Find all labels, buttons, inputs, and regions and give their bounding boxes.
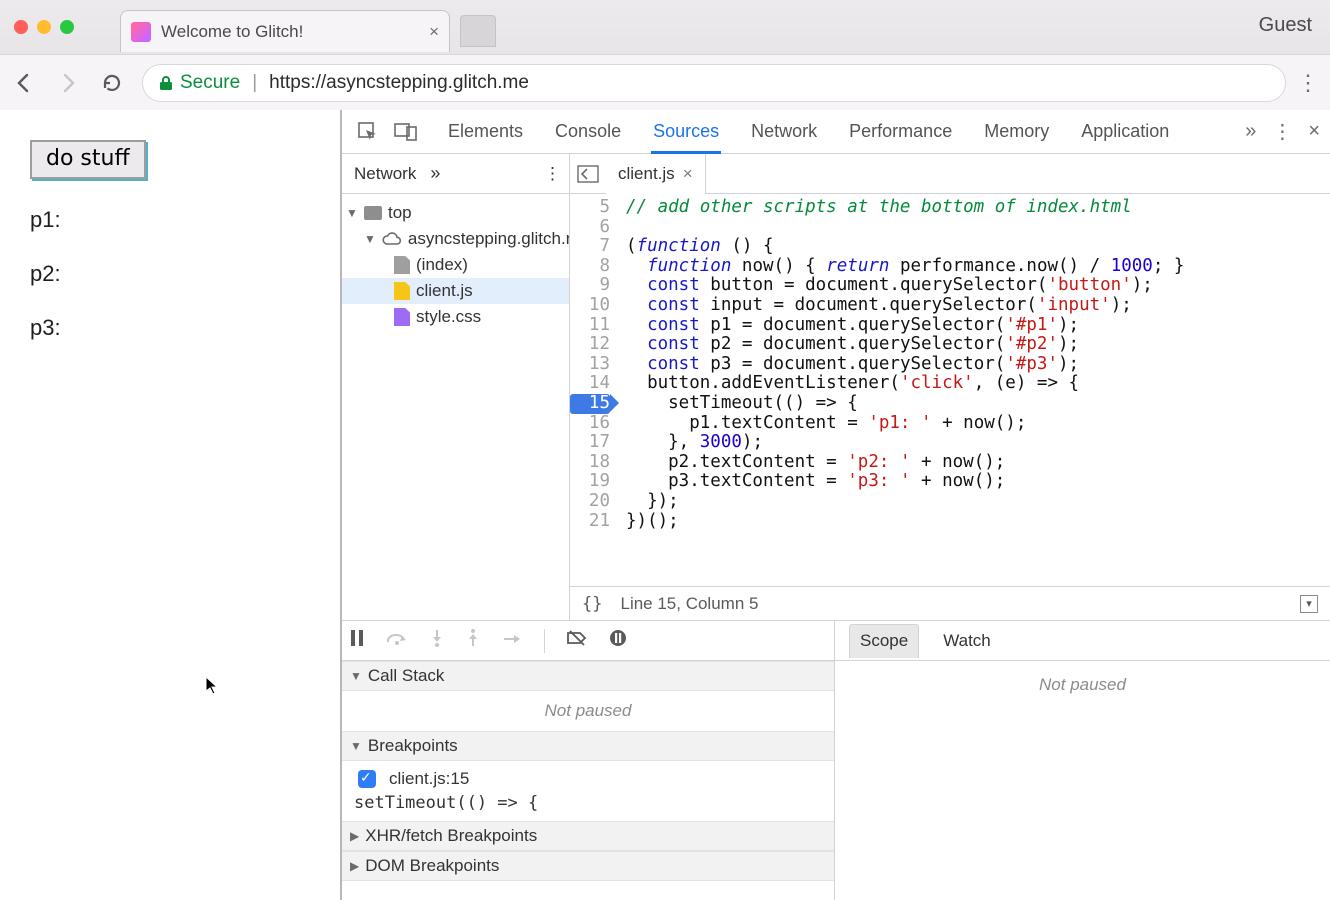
- browser-chrome: Welcome to Glitch! × Guest Secure | http…: [0, 0, 1330, 110]
- callstack-header[interactable]: ▼Call Stack: [342, 661, 834, 691]
- reload-button[interactable]: [92, 63, 132, 103]
- debugger-controls: [342, 621, 834, 661]
- editor-tab-clientjs[interactable]: client.js ×: [606, 154, 706, 194]
- url-separator: |: [252, 72, 257, 94]
- url-text: https://asyncstepping.glitch.me: [269, 72, 529, 94]
- breakpoint-checkbox[interactable]: [358, 770, 376, 788]
- code-editor: client.js × 5678910111213141516171819202…: [570, 154, 1330, 620]
- dom-breakpoints-header[interactable]: ▶DOM Breakpoints: [342, 851, 834, 881]
- navigator-header: Network » ⋮: [342, 154, 569, 194]
- navigator-menu-icon[interactable]: ⋮: [544, 164, 561, 184]
- breakpoints-header[interactable]: ▼Breakpoints: [342, 731, 834, 761]
- forward-button: [48, 63, 88, 103]
- scope-tab[interactable]: Scope: [849, 624, 919, 658]
- line-gutter[interactable]: 56789101112131415161718192021: [570, 194, 616, 586]
- address-bar[interactable]: Secure | https://asyncstepping.glitch.me: [142, 64, 1286, 102]
- file-icon: [394, 282, 410, 300]
- close-window-icon[interactable]: [14, 20, 28, 34]
- deactivate-breakpoints-icon[interactable]: [567, 630, 587, 651]
- file-tree: ▼top ▼asyncstepping.glitch.me (index)cli…: [342, 194, 569, 336]
- tree-root[interactable]: ▼top: [342, 200, 569, 226]
- editor-status-bar: {} Line 15, Column 5 ▾: [570, 586, 1330, 620]
- tab-title: Welcome to Glitch!: [161, 22, 419, 42]
- devtools-panel: Elements Console Sources Network Performance…: [342, 110, 1330, 900]
- breakpoint-label: client.js:15: [389, 769, 469, 789]
- favicon-icon: [131, 22, 151, 42]
- profile-label[interactable]: Guest: [1259, 14, 1312, 37]
- secure-label: Secure: [180, 72, 240, 94]
- sources-panel: Network » ⋮ ▼top ▼asyncstepping.glitch.m…: [342, 154, 1330, 900]
- xhr-breakpoints-header[interactable]: ▶XHR/fetch Breakpoints: [342, 821, 834, 851]
- scope-watch-tabs: Scope Watch: [835, 621, 1330, 661]
- folder-icon: [364, 206, 382, 220]
- sources-navigator: Network » ⋮ ▼top ▼asyncstepping.glitch.m…: [342, 154, 570, 620]
- callstack-not-paused: Not paused: [342, 691, 834, 731]
- navigator-toggle-icon[interactable]: [570, 166, 606, 182]
- cloud-icon: [382, 232, 402, 246]
- close-devtools-icon[interactable]: ×: [1308, 120, 1320, 143]
- debugger-left: ▼Call Stack Not paused ▼Breakpoints clie…: [342, 621, 835, 900]
- navigator-overflow-icon[interactable]: »: [430, 163, 440, 184]
- code-content[interactable]: // add other scripts at the bottom of in…: [616, 194, 1330, 586]
- browser-menu-icon[interactable]: ⋮: [1286, 70, 1330, 96]
- new-tab-button[interactable]: [460, 15, 496, 47]
- p1-label: p1:: [30, 207, 310, 233]
- step-icon: [502, 631, 522, 651]
- devtools-tab-network[interactable]: Network: [749, 111, 819, 153]
- lock-icon: [159, 75, 173, 91]
- close-file-icon[interactable]: ×: [683, 164, 693, 184]
- devtools-tab-memory[interactable]: Memory: [982, 111, 1051, 153]
- title-bar: Welcome to Glitch! × Guest: [0, 0, 1330, 54]
- debugger-right: Scope Watch Not paused: [835, 621, 1330, 900]
- editor-tabstrip: client.js ×: [570, 154, 1330, 194]
- breakpoint-item[interactable]: client.js:15: [342, 761, 834, 793]
- devtools-menu-icon[interactable]: ⋮: [1272, 119, 1292, 144]
- minimize-window-icon[interactable]: [37, 20, 51, 34]
- pretty-print-icon[interactable]: {}: [582, 594, 602, 614]
- inspect-element-icon[interactable]: [352, 116, 384, 148]
- toggle-sidebar-icon[interactable]: ▾: [1300, 595, 1318, 613]
- tree-file[interactable]: client.js: [342, 278, 569, 304]
- devtools-tab-elements[interactable]: Elements: [446, 111, 525, 153]
- pause-on-exceptions-icon[interactable]: [609, 629, 627, 652]
- main-area: do stuff p1: p2: p3: Elements Console Sour…: [0, 110, 1330, 900]
- browser-tab[interactable]: Welcome to Glitch! ×: [120, 10, 450, 52]
- rendered-page: do stuff p1: p2: p3:: [0, 110, 342, 900]
- step-out-icon: [466, 629, 480, 652]
- overflow-tabs-icon[interactable]: »: [1245, 120, 1256, 143]
- file-icon: [394, 308, 410, 326]
- browser-toolbar: Secure | https://asyncstepping.glitch.me…: [0, 54, 1330, 110]
- breakpoint-code: setTimeout(() => {: [342, 793, 834, 821]
- close-tab-icon[interactable]: ×: [429, 22, 439, 42]
- file-icon: [394, 256, 410, 274]
- step-into-icon: [430, 629, 444, 652]
- tree-file[interactable]: (index): [342, 252, 569, 278]
- p2-label: p2:: [30, 261, 310, 287]
- devtools-tab-sources[interactable]: Sources: [651, 111, 721, 154]
- navigator-tab-network[interactable]: Network: [354, 164, 416, 184]
- devtools-tab-performance[interactable]: Performance: [847, 111, 954, 153]
- tree-domain[interactable]: ▼asyncstepping.glitch.me: [342, 226, 569, 252]
- cursor-position: Line 15, Column 5: [620, 594, 758, 614]
- maximize-window-icon[interactable]: [60, 20, 74, 34]
- window-controls: [14, 20, 74, 34]
- back-button[interactable]: [4, 63, 44, 103]
- tree-file[interactable]: style.css: [342, 304, 569, 330]
- pause-icon[interactable]: [350, 630, 364, 651]
- secure-indicator: Secure: [159, 72, 240, 94]
- device-toolbar-icon[interactable]: [390, 116, 422, 148]
- devtools-tabs: Elements Console Sources Network Performance…: [446, 111, 1171, 153]
- devtools-top-bar: Elements Console Sources Network Performance…: [342, 110, 1330, 154]
- watch-tab[interactable]: Watch: [943, 631, 991, 651]
- do-stuff-button[interactable]: do stuff: [30, 140, 146, 179]
- p3-label: p3:: [30, 315, 310, 341]
- code-area[interactable]: 56789101112131415161718192021 // add oth…: [570, 194, 1330, 586]
- debugger-pane: ▼Call Stack Not paused ▼Breakpoints clie…: [342, 620, 1330, 900]
- devtools-tab-console[interactable]: Console: [553, 111, 623, 153]
- devtools-tab-application[interactable]: Application: [1079, 111, 1171, 153]
- mouse-cursor-icon: [205, 676, 219, 701]
- step-over-icon: [386, 630, 408, 651]
- scope-not-paused: Not paused: [835, 661, 1330, 900]
